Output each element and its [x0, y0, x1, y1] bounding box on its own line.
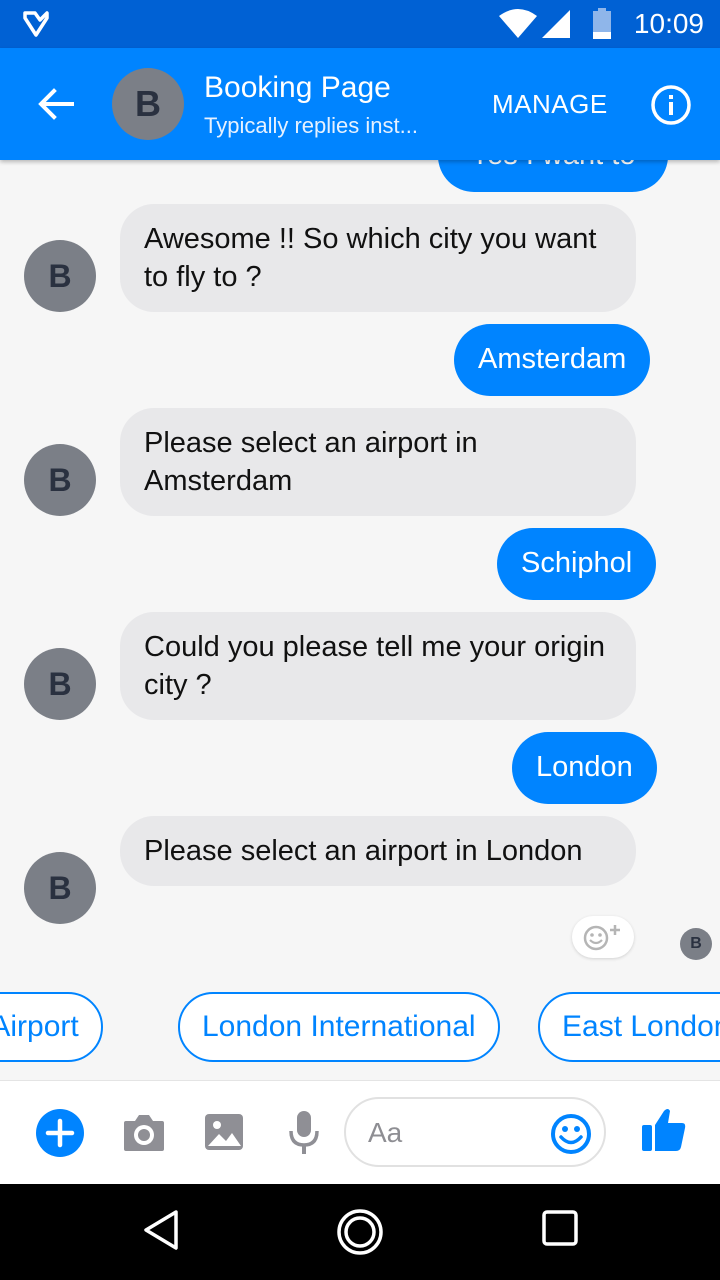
thumbs-up-icon[interactable]: [640, 1105, 688, 1158]
message-bubble-outgoing[interactable]: London: [512, 732, 657, 804]
add-reaction-icon: [582, 921, 626, 958]
message-bubble-incoming[interactable]: Please select an airport in London: [120, 816, 636, 886]
quick-reply-chip[interactable]: London International: [178, 992, 500, 1062]
message-input-placeholder: Aa: [368, 1117, 403, 1148]
quick-reply-chip[interactable]: East London: [538, 992, 720, 1062]
info-icon[interactable]: [650, 84, 692, 126]
sender-avatar[interactable]: B: [24, 852, 96, 924]
add-reaction-button[interactable]: [572, 916, 634, 958]
status-bar: 10:09: [0, 0, 720, 48]
manage-button[interactable]: MANAGE: [492, 88, 608, 120]
message-bubble-outgoing[interactable]: Schiphol: [497, 528, 657, 600]
microphone-icon[interactable]: [288, 1109, 320, 1160]
conversation-header: B Booking Page Typically replies inst...…: [0, 48, 720, 160]
seen-indicator-avatar: B: [680, 928, 712, 960]
plus-icon[interactable]: [36, 1109, 84, 1162]
sender-avatar[interactable]: B: [24, 240, 96, 312]
message-composer: Aa: [0, 1080, 720, 1185]
app-notification-icon: [22, 10, 50, 43]
message-list[interactable]: Yes I want to B Awesome !! So which city…: [0, 160, 720, 980]
quick-replies[interactable]: City Airport London International East L…: [0, 990, 720, 1068]
quick-reply-chip[interactable]: City Airport: [0, 992, 103, 1062]
back-arrow-icon[interactable]: [36, 84, 76, 124]
camera-icon[interactable]: [122, 1111, 166, 1158]
sender-avatar[interactable]: B: [24, 444, 96, 516]
message-bubble-incoming[interactable]: Awesome !! So which city you want to fly…: [120, 204, 636, 312]
status-time: 10:09: [633, 8, 704, 39]
page-subtitle: Typically replies inst...: [204, 113, 418, 138]
message-bubble-incoming[interactable]: Could you please tell me your origin cit…: [120, 612, 636, 720]
message-input[interactable]: Aa: [344, 1097, 606, 1167]
recents-square-icon[interactable]: [540, 1208, 580, 1253]
battery-icon: [592, 8, 612, 45]
wifi-icon: [498, 8, 538, 45]
page-avatar[interactable]: B: [112, 68, 184, 140]
image-icon[interactable]: [204, 1113, 244, 1156]
signal-icon: [540, 8, 572, 45]
home-circle-icon[interactable]: [336, 1208, 384, 1261]
message-bubble-outgoing[interactable]: Yes I want to: [438, 160, 668, 192]
message-bubble-outgoing[interactable]: Amsterdam: [454, 324, 651, 396]
android-nav-bar: [0, 1184, 720, 1280]
sender-avatar[interactable]: B: [24, 648, 96, 720]
back-triangle-icon[interactable]: [140, 1208, 184, 1257]
message-bubble-incoming[interactable]: Please select an airport in Amsterdam: [120, 408, 636, 516]
page-title[interactable]: Booking Page: [204, 70, 391, 106]
emoji-icon[interactable]: [550, 1113, 592, 1160]
